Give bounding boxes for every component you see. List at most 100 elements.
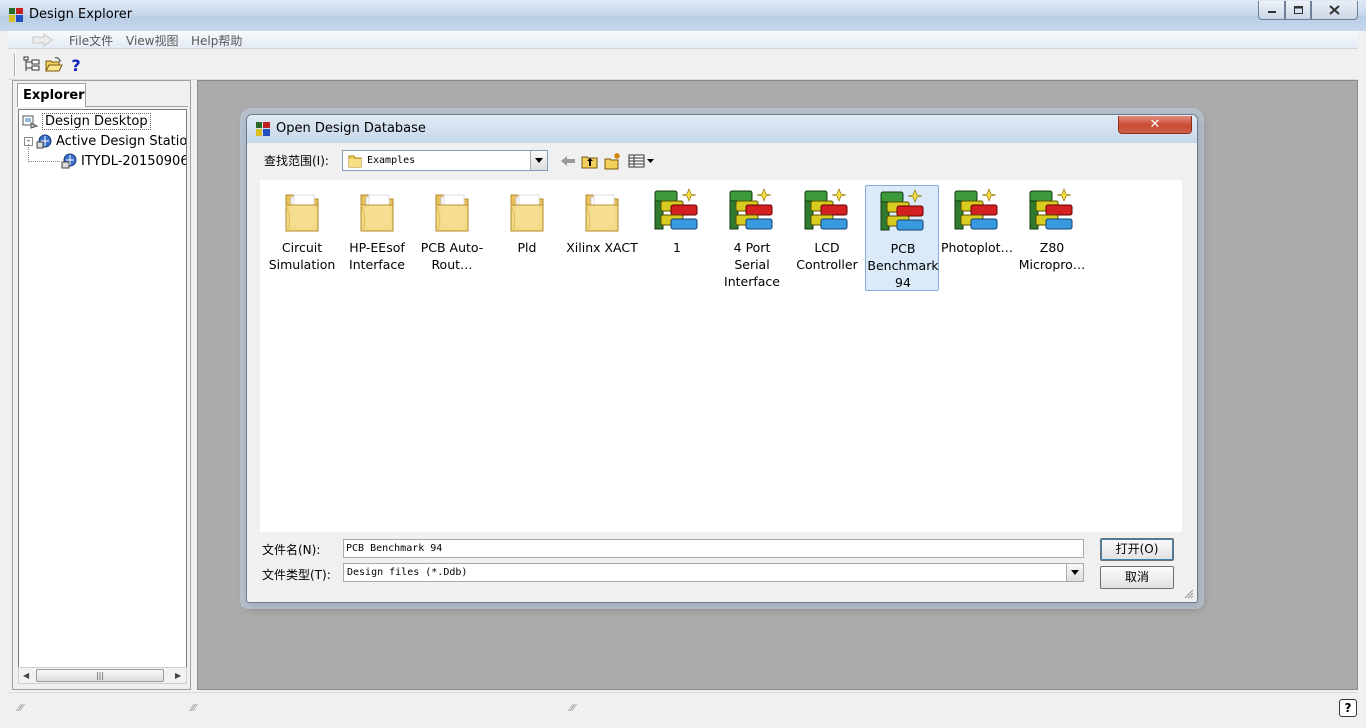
look-in-dropdown-arrow[interactable] [530,151,547,170]
tree-label: Active Design Station [56,133,187,149]
explorer-tab[interactable]: Explorer [17,83,86,107]
folder-icon [360,194,394,232]
desktop-icon [22,115,38,129]
tree-view-icon [23,56,40,71]
file-item[interactable]: 4 Port Serial Interface [715,185,789,291]
folder-icon [348,155,362,168]
open-button[interactable]: 打开(O) [1100,538,1174,561]
chevron-down-icon [535,158,543,163]
file-item-label: PCB Auto-Rout… [420,240,484,272]
design-database-icon [954,188,998,230]
toolbar: ? [8,50,1358,80]
menu-help[interactable]: Help帮助 [191,32,242,49]
file-item-label: LCD Controller [796,240,858,272]
menu-file[interactable]: File文件 [69,32,113,49]
help-icon[interactable]: ? [1339,699,1357,717]
app-icon [9,8,23,22]
scroll-left-icon[interactable]: ◀ [23,671,29,680]
cancel-button[interactable]: 取消 [1100,566,1174,589]
back-arrow-icon[interactable] [30,33,56,47]
file-type-dropdown-arrow[interactable] [1066,564,1083,581]
file-item-label: Pld [517,240,537,255]
menu-view[interactable]: View视图 [126,32,178,49]
scroll-right-icon[interactable]: ▶ [175,671,181,680]
status-grip-icon: ⁄⁄⁄ [18,703,24,714]
file-item-label: Xilinx XACT [566,240,638,255]
file-item[interactable]: 1 [640,185,714,291]
status-grip-icon: ⁄⁄⁄ [570,703,576,714]
view-list-icon [628,154,654,168]
dialog-titlebar: Open Design Database ✕ [247,115,1197,143]
tree-line [28,144,29,162]
window-title: Design Explorer [29,7,133,22]
file-item-label: Photoplot… [940,240,1014,255]
file-item[interactable]: LCD Controller [790,185,864,291]
scroll-thumb[interactable]: ||| [36,669,164,682]
tree-line [28,161,60,162]
up-folder-button[interactable] [581,152,599,170]
folder-icon [585,194,619,232]
file-name-label: 文件名(N): [262,543,321,557]
file-item[interactable]: Photoplot… [940,185,1014,291]
design-database-icon [1029,188,1073,230]
resize-grip-icon[interactable] [1184,589,1194,599]
toolbar-grip [14,54,16,76]
design-database-icon [804,188,848,230]
look-in-value: Examples [367,155,416,166]
file-item[interactable]: Pld [490,185,564,291]
tree-item-active-design-station[interactable]: - Active Design Station [24,132,187,150]
file-item-label: Z80 Micropro… [1018,240,1086,272]
window-titlebar: Design Explorer [0,0,1366,31]
back-button[interactable] [559,152,577,170]
file-item[interactable]: PCB Benchmark 94 [865,185,939,291]
new-folder-button[interactable] [604,152,622,170]
dialog-close-button[interactable]: ✕ [1118,116,1192,134]
file-item[interactable]: PCB Auto-Rout… [415,185,489,291]
tree-label: ITYDL-20150906X [81,153,187,169]
file-type-dropdown[interactable]: Design files (*.Ddb) [343,563,1084,582]
view-menu-button[interactable] [628,152,656,170]
folder-icon [435,194,469,232]
tree-view-button[interactable] [22,55,42,75]
dialog-title: Open Design Database [276,121,426,136]
tree-item-design-desktop[interactable]: Design Desktop [22,112,151,130]
computer-icon [61,153,77,169]
minimize-button[interactable] [1258,1,1285,20]
file-item[interactable]: Circuit Simulation [265,185,339,291]
explorer-panel: Explorer Design Desktop - Active Design … [12,80,191,690]
file-item[interactable]: Xilinx XACT [565,185,639,291]
maximize-button[interactable] [1285,1,1311,20]
design-database-icon [729,188,773,230]
open-button[interactable] [44,55,64,75]
file-item-label: Circuit Simulation [268,240,336,272]
up-folder-icon [581,156,598,169]
design-tree: Design Desktop - Active Design Station I… [18,109,187,669]
file-item[interactable]: Z80 Micropro… [1015,185,1089,291]
file-item-label: 4 Port Serial Interface [724,240,780,289]
file-item-label: 1 [673,240,681,255]
new-folder-icon [604,153,620,170]
open-design-database-dialog: Open Design Database ✕ 查找范围(I): Examples… [246,114,1198,603]
look-in-dropdown[interactable]: Examples [342,150,548,171]
file-name-input[interactable]: PCB Benchmark 94 [343,539,1084,558]
file-item-label: HP-EEsof Interface [349,240,405,272]
dialog-app-icon [256,122,270,136]
help-button[interactable]: ? [66,55,86,75]
horizontal-scrollbar[interactable]: ◀ ||| ▶ [18,667,187,684]
design-database-icon [880,189,924,231]
status-grip-icon: ⁄⁄⁄ [191,703,197,714]
look-in-label: 查找范围(I): [264,154,329,168]
file-item[interactable]: HP-EEsof Interface [340,185,414,291]
tab-divider [86,106,188,107]
close-button[interactable] [1311,1,1358,20]
restore-icon [1293,6,1303,14]
station-icon [36,134,52,149]
minimize-icon [1267,11,1276,13]
tree-item-computer[interactable]: ITYDL-20150906X [61,152,187,170]
file-type-value: Design files (*.Ddb) [347,567,468,578]
tree-label: Design Desktop [42,112,151,130]
open-folder-icon [45,57,63,72]
folder-icon [285,194,319,232]
design-database-icon [654,188,698,230]
status-bar: ⁄⁄⁄ ⁄⁄⁄ ⁄⁄⁄ ? [8,692,1358,728]
